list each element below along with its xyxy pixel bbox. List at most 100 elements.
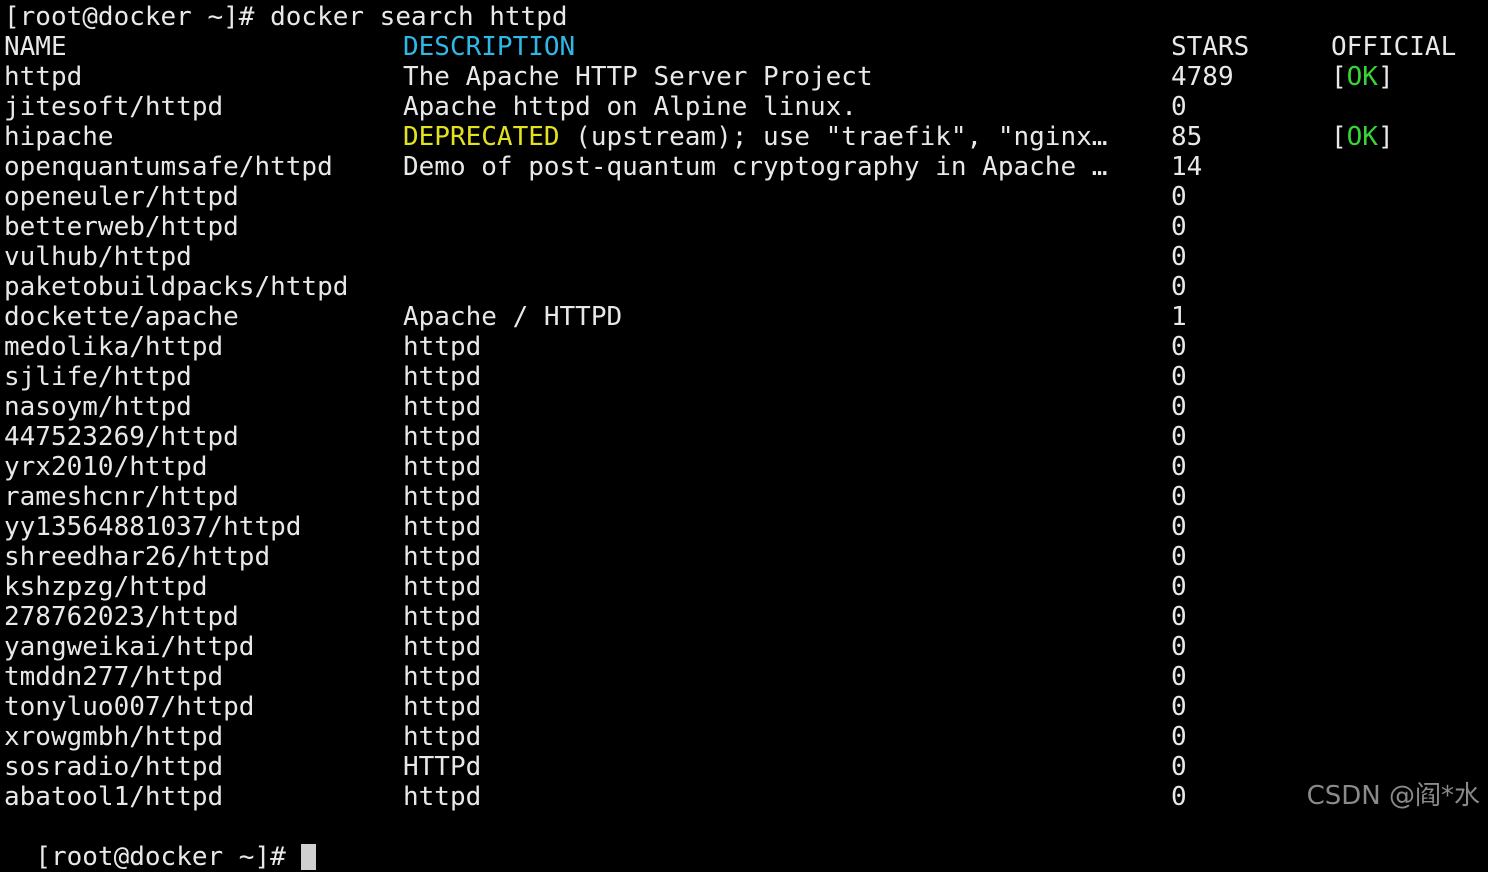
- star-count: 0: [1171, 692, 1187, 722]
- star-count: 0: [1171, 362, 1187, 392]
- description-text: httpd: [403, 392, 482, 422]
- description-text: httpd: [403, 422, 482, 452]
- image-name: abatool1/httpd: [4, 782, 224, 812]
- description-text: httpd: [403, 512, 482, 542]
- image-description: httpd: [403, 632, 481, 662]
- star-count: 0: [1171, 92, 1187, 122]
- image-description: Apache httpd on Alpine linux.: [403, 92, 857, 122]
- table-row: dockette/apache Apache / HTTPD 1: [4, 302, 1488, 332]
- image-description: Apache / HTTPD: [403, 302, 622, 332]
- table-row: yrx2010/httpd httpd 0: [4, 452, 1488, 482]
- description-text: httpd: [403, 692, 482, 722]
- image-description: httpd: [403, 482, 481, 512]
- image-name: hipache: [4, 122, 114, 152]
- official-bracket-close: ]: [1377, 62, 1394, 92]
- image-name: tonyluo007/httpd: [4, 692, 255, 722]
- star-count: 0: [1171, 332, 1187, 362]
- star-count: 0: [1171, 662, 1187, 692]
- image-description: httpd: [403, 362, 481, 392]
- cursor: [301, 844, 317, 870]
- header-stars: STARS: [1171, 32, 1250, 62]
- description-text: httpd: [403, 722, 482, 752]
- image-description: httpd: [403, 332, 481, 362]
- star-count: 0: [1171, 242, 1187, 272]
- description-text: Apache httpd on Alpine linux.: [403, 92, 857, 122]
- description-text: httpd: [403, 602, 482, 632]
- description-text: httpd: [403, 572, 482, 602]
- next-prompt: [root@docker ~]#: [35, 842, 302, 872]
- image-name: dockette/apache: [4, 302, 239, 332]
- image-name: tmddn277/httpd: [4, 662, 224, 692]
- description-text: (upstream); use "traefik", "nginx…: [559, 122, 1108, 152]
- official-status: [OK]: [1331, 122, 1394, 152]
- image-name: kshzpzg/httpd: [4, 572, 208, 602]
- image-description: httpd: [403, 782, 481, 812]
- description-text: httpd: [403, 362, 482, 392]
- description-text: httpd: [403, 332, 482, 362]
- star-count: 0: [1171, 422, 1187, 452]
- image-name: sosradio/httpd: [4, 752, 224, 782]
- image-name: betterweb/httpd: [4, 212, 239, 242]
- image-description: HTTPd: [403, 752, 481, 782]
- star-count: 0: [1171, 512, 1187, 542]
- description-text: httpd: [403, 482, 482, 512]
- image-description: The Apache HTTP Server Project: [403, 62, 873, 92]
- terminal-output[interactable]: [root@docker ~]# docker search httpd NAM…: [4, 2, 1488, 812]
- header-row: NAME DESCRIPTION STARS OFFICIAL: [4, 32, 1488, 62]
- image-name: rameshcnr/httpd: [4, 482, 239, 512]
- star-count: 0: [1171, 782, 1187, 812]
- table-row: shreedhar26/httpd httpd 0: [4, 542, 1488, 572]
- table-row: abatool1/httpd httpd 0: [4, 782, 1488, 812]
- star-count: 0: [1171, 542, 1187, 572]
- official-ok: OK: [1346, 122, 1378, 152]
- image-name: jitesoft/httpd: [4, 92, 224, 122]
- image-description: Demo of post-quantum cryptography in Apa…: [403, 152, 1107, 182]
- star-count: 0: [1171, 602, 1187, 632]
- image-description: httpd: [403, 542, 481, 572]
- star-count: 0: [1171, 182, 1187, 212]
- star-count: 85: [1171, 122, 1203, 152]
- image-name: vulhub/httpd: [4, 242, 192, 272]
- star-count: 0: [1171, 452, 1187, 482]
- table-row: betterweb/httpd 0: [4, 212, 1488, 242]
- description-text: httpd: [403, 452, 482, 482]
- header-description: DESCRIPTION: [403, 32, 576, 62]
- table-row: sosradio/httpd HTTPd 0: [4, 752, 1488, 782]
- table-row: nasoym/httpd httpd 0: [4, 392, 1488, 422]
- star-count: 0: [1171, 752, 1187, 782]
- next-prompt-line[interactable]: [root@docker ~]#: [4, 812, 317, 872]
- image-name: sjlife/httpd: [4, 362, 192, 392]
- description-text: The Apache HTTP Server Project: [403, 62, 873, 92]
- table-row: 278762023/httpd httpd 0: [4, 602, 1488, 632]
- table-row: rameshcnr/httpd httpd 0: [4, 482, 1488, 512]
- image-description: DEPRECATED (upstream); use "traefik", "n…: [403, 122, 1107, 152]
- image-name: 447523269/httpd: [4, 422, 239, 452]
- image-name: openeuler/httpd: [4, 182, 239, 212]
- star-count: 14: [1171, 152, 1203, 182]
- command-line: [root@docker ~]# docker search httpd: [4, 2, 568, 32]
- image-description: httpd: [403, 392, 481, 422]
- image-name: yrx2010/httpd: [4, 452, 208, 482]
- star-count: 0: [1171, 572, 1187, 602]
- star-count: 0: [1171, 482, 1187, 512]
- official-status: [OK]: [1331, 62, 1394, 92]
- description-text: httpd: [403, 782, 482, 812]
- table-row: xrowgmbh/httpd httpd 0: [4, 722, 1488, 752]
- table-row: httpd The Apache HTTP Server Project 4789 […: [4, 62, 1488, 92]
- image-description: httpd: [403, 602, 481, 632]
- description-text: httpd: [403, 662, 482, 692]
- table-row: kshzpzg/httpd httpd 0: [4, 572, 1488, 602]
- table-row: tonyluo007/httpd httpd 0: [4, 692, 1488, 722]
- table-row: 447523269/httpd httpd 0: [4, 422, 1488, 452]
- image-description: httpd: [403, 452, 481, 482]
- header-official: OFFICIAL: [1331, 32, 1457, 62]
- star-count: 0: [1171, 212, 1187, 242]
- image-name: 278762023/httpd: [4, 602, 239, 632]
- image-description: httpd: [403, 662, 481, 692]
- official-ok: OK: [1346, 62, 1378, 92]
- table-row: vulhub/httpd 0: [4, 242, 1488, 272]
- table-row: yy13564881037/httpd httpd 0: [4, 512, 1488, 542]
- star-count: 0: [1171, 722, 1187, 752]
- image-name: xrowgmbh/httpd: [4, 722, 224, 752]
- table-row: openeuler/httpd 0: [4, 182, 1488, 212]
